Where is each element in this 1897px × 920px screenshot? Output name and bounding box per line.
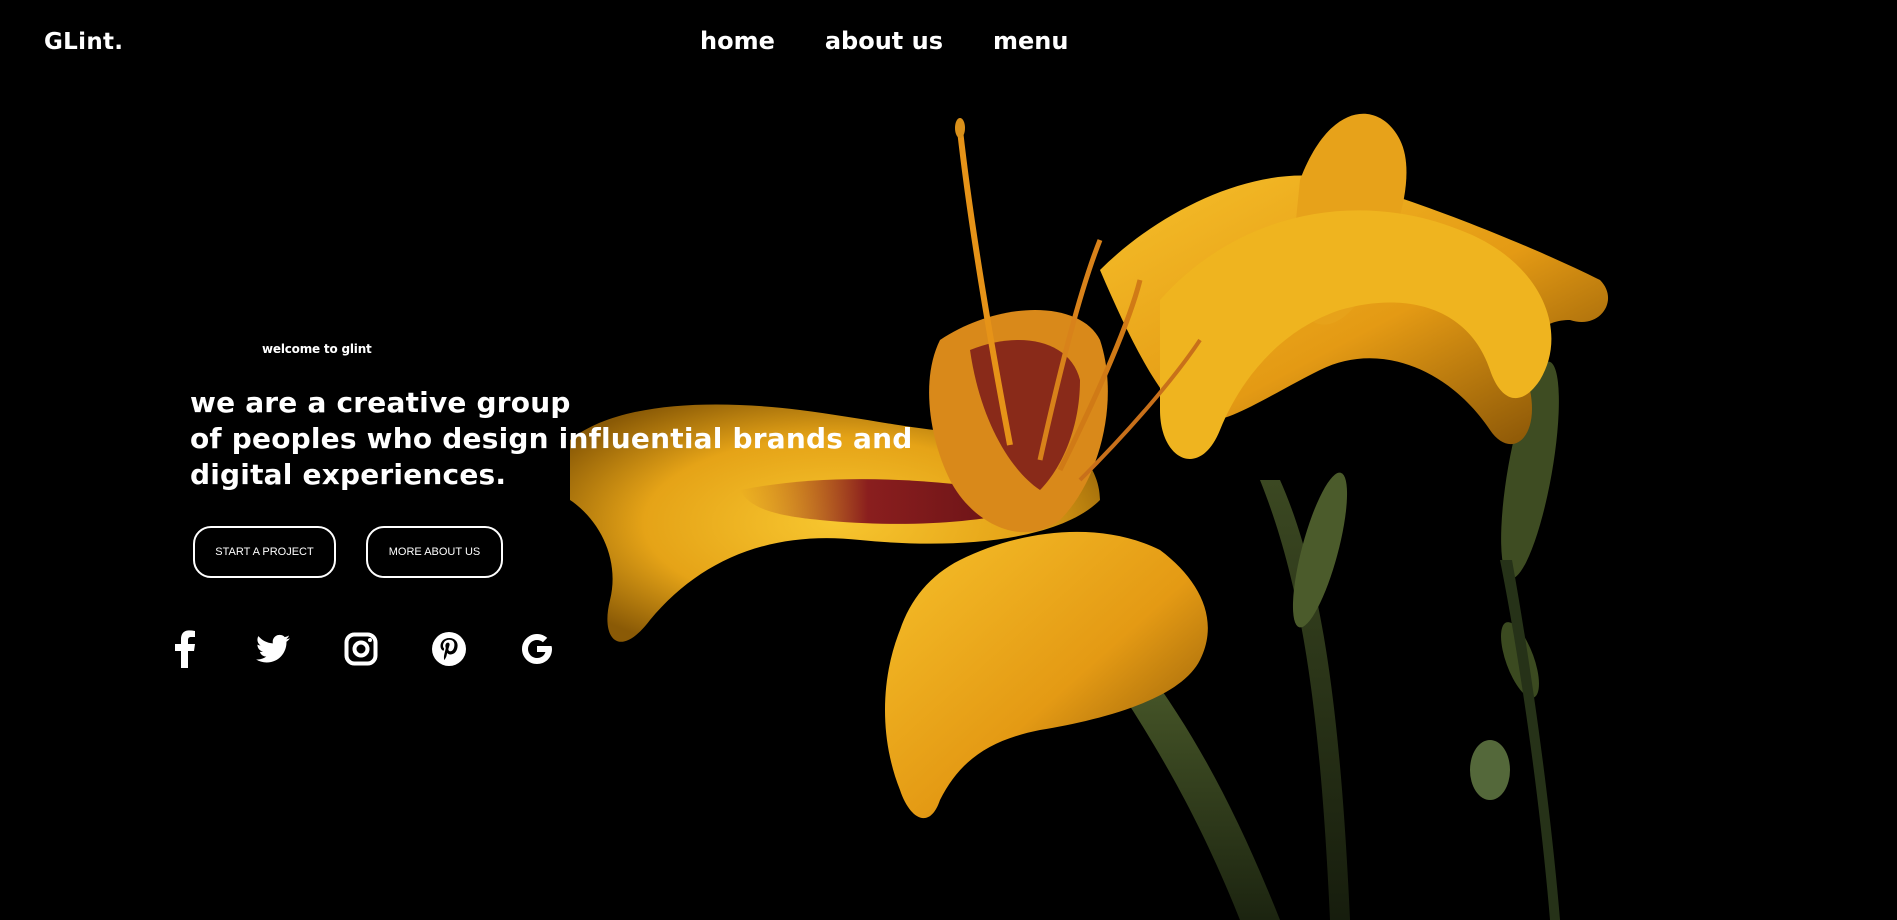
more-about-us-button[interactable]: MORE ABOUT US (366, 526, 503, 578)
facebook-icon[interactable] (168, 628, 202, 670)
bud-shape (1470, 740, 1510, 800)
nav-item-about-us[interactable]: about us (825, 27, 943, 55)
petal-shape (885, 531, 1208, 819)
headline-line: digital experiences. (190, 458, 507, 491)
page: GLint. home about us menu welcome to gli… (0, 0, 1897, 920)
stamen-tip-shape (955, 118, 965, 138)
social-links (168, 628, 554, 670)
main-nav: home about us menu (700, 27, 1068, 55)
headline-line: we are a creative group (190, 386, 571, 419)
hero-headline: we are a creative group of peoples who d… (190, 385, 913, 493)
lily-flower-image (570, 113, 1609, 920)
hero-eyebrow: welcome to glint (262, 342, 372, 356)
google-icon[interactable] (520, 628, 554, 670)
pinterest-icon[interactable] (432, 628, 466, 670)
headline-line: of peoples who design influential brands… (190, 422, 913, 455)
site-logo[interactable]: GLint. (44, 29, 123, 55)
twitter-icon[interactable] (256, 628, 290, 670)
instagram-icon[interactable] (344, 628, 378, 670)
nav-item-home[interactable]: home (700, 27, 775, 55)
stem-shape (1500, 560, 1560, 920)
start-project-button[interactable]: START A PROJECT (193, 526, 336, 578)
nav-item-menu[interactable]: menu (993, 27, 1068, 55)
